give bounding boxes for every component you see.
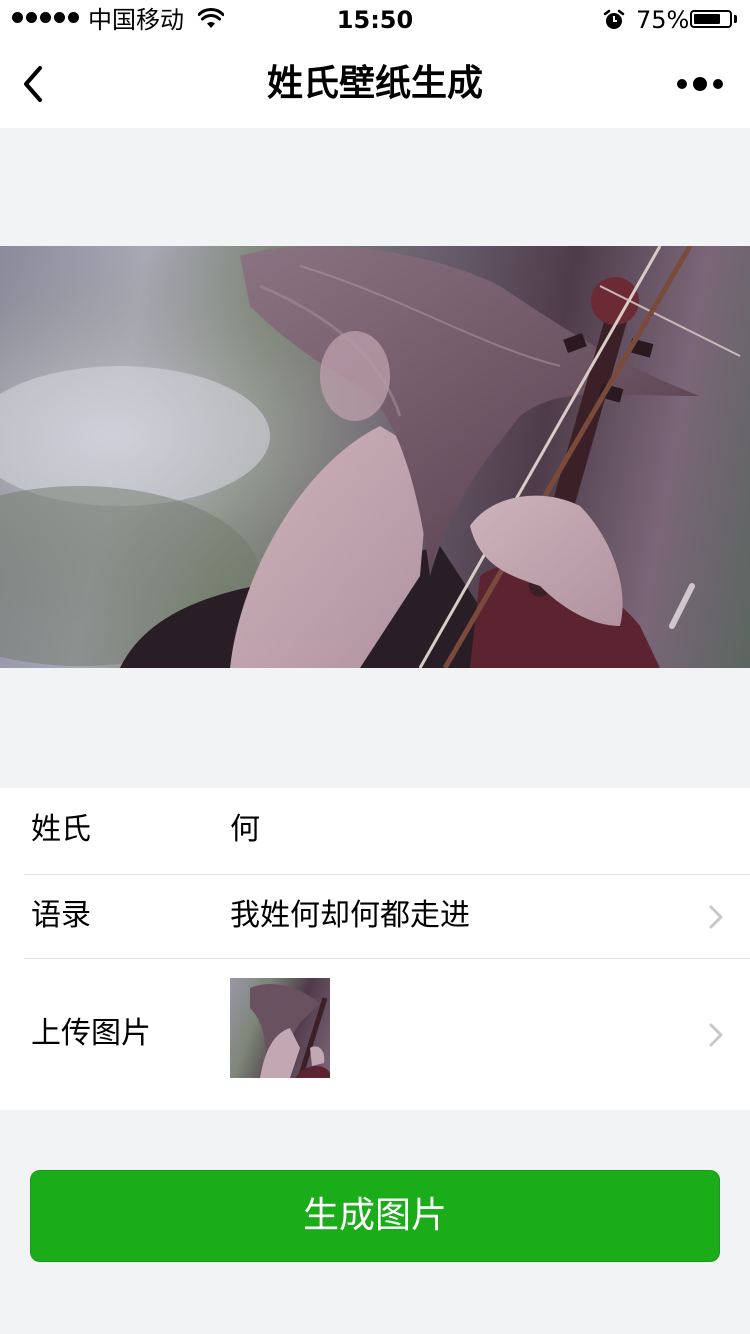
form-card: 姓氏 何 语录 我姓何却何都走进 上传图片: [0, 788, 750, 1110]
wallpaper-preview-image: [0, 246, 750, 668]
quote-value: 我姓何却何都走进: [230, 898, 470, 933]
status-bar: 中国移动 15:50 75%: [0, 0, 750, 40]
quote-label: 语录: [31, 898, 91, 933]
more-button[interactable]: [672, 70, 728, 98]
generate-image-button[interactable]: 生成图片: [30, 1170, 720, 1262]
quote-row[interactable]: 语录 我姓何却何都走进: [0, 875, 750, 959]
chevron-right-icon: [709, 905, 723, 929]
battery-percent: 75%: [636, 6, 690, 34]
photo-violinist: [0, 246, 750, 668]
uploaded-image-thumbnail[interactable]: [230, 978, 330, 1078]
surname-row[interactable]: 姓氏 何: [0, 788, 750, 874]
nav-bar: 姓氏壁纸生成: [0, 40, 750, 128]
upload-image-row[interactable]: 上传图片: [0, 959, 750, 1110]
upload-image-label: 上传图片: [31, 1016, 151, 1051]
thumbnail-photo: [250, 983, 330, 1078]
surname-input[interactable]: 何: [230, 810, 260, 850]
page-title: 姓氏壁纸生成: [266, 63, 483, 104]
chevron-right-icon: [709, 1023, 723, 1047]
battery-level: [694, 14, 720, 24]
battery-icon: [690, 10, 732, 28]
surname-label: 姓氏: [31, 812, 91, 847]
battery-cap: [734, 15, 737, 23]
alarm-icon: [603, 9, 625, 29]
more-dots-icon: [677, 79, 687, 89]
